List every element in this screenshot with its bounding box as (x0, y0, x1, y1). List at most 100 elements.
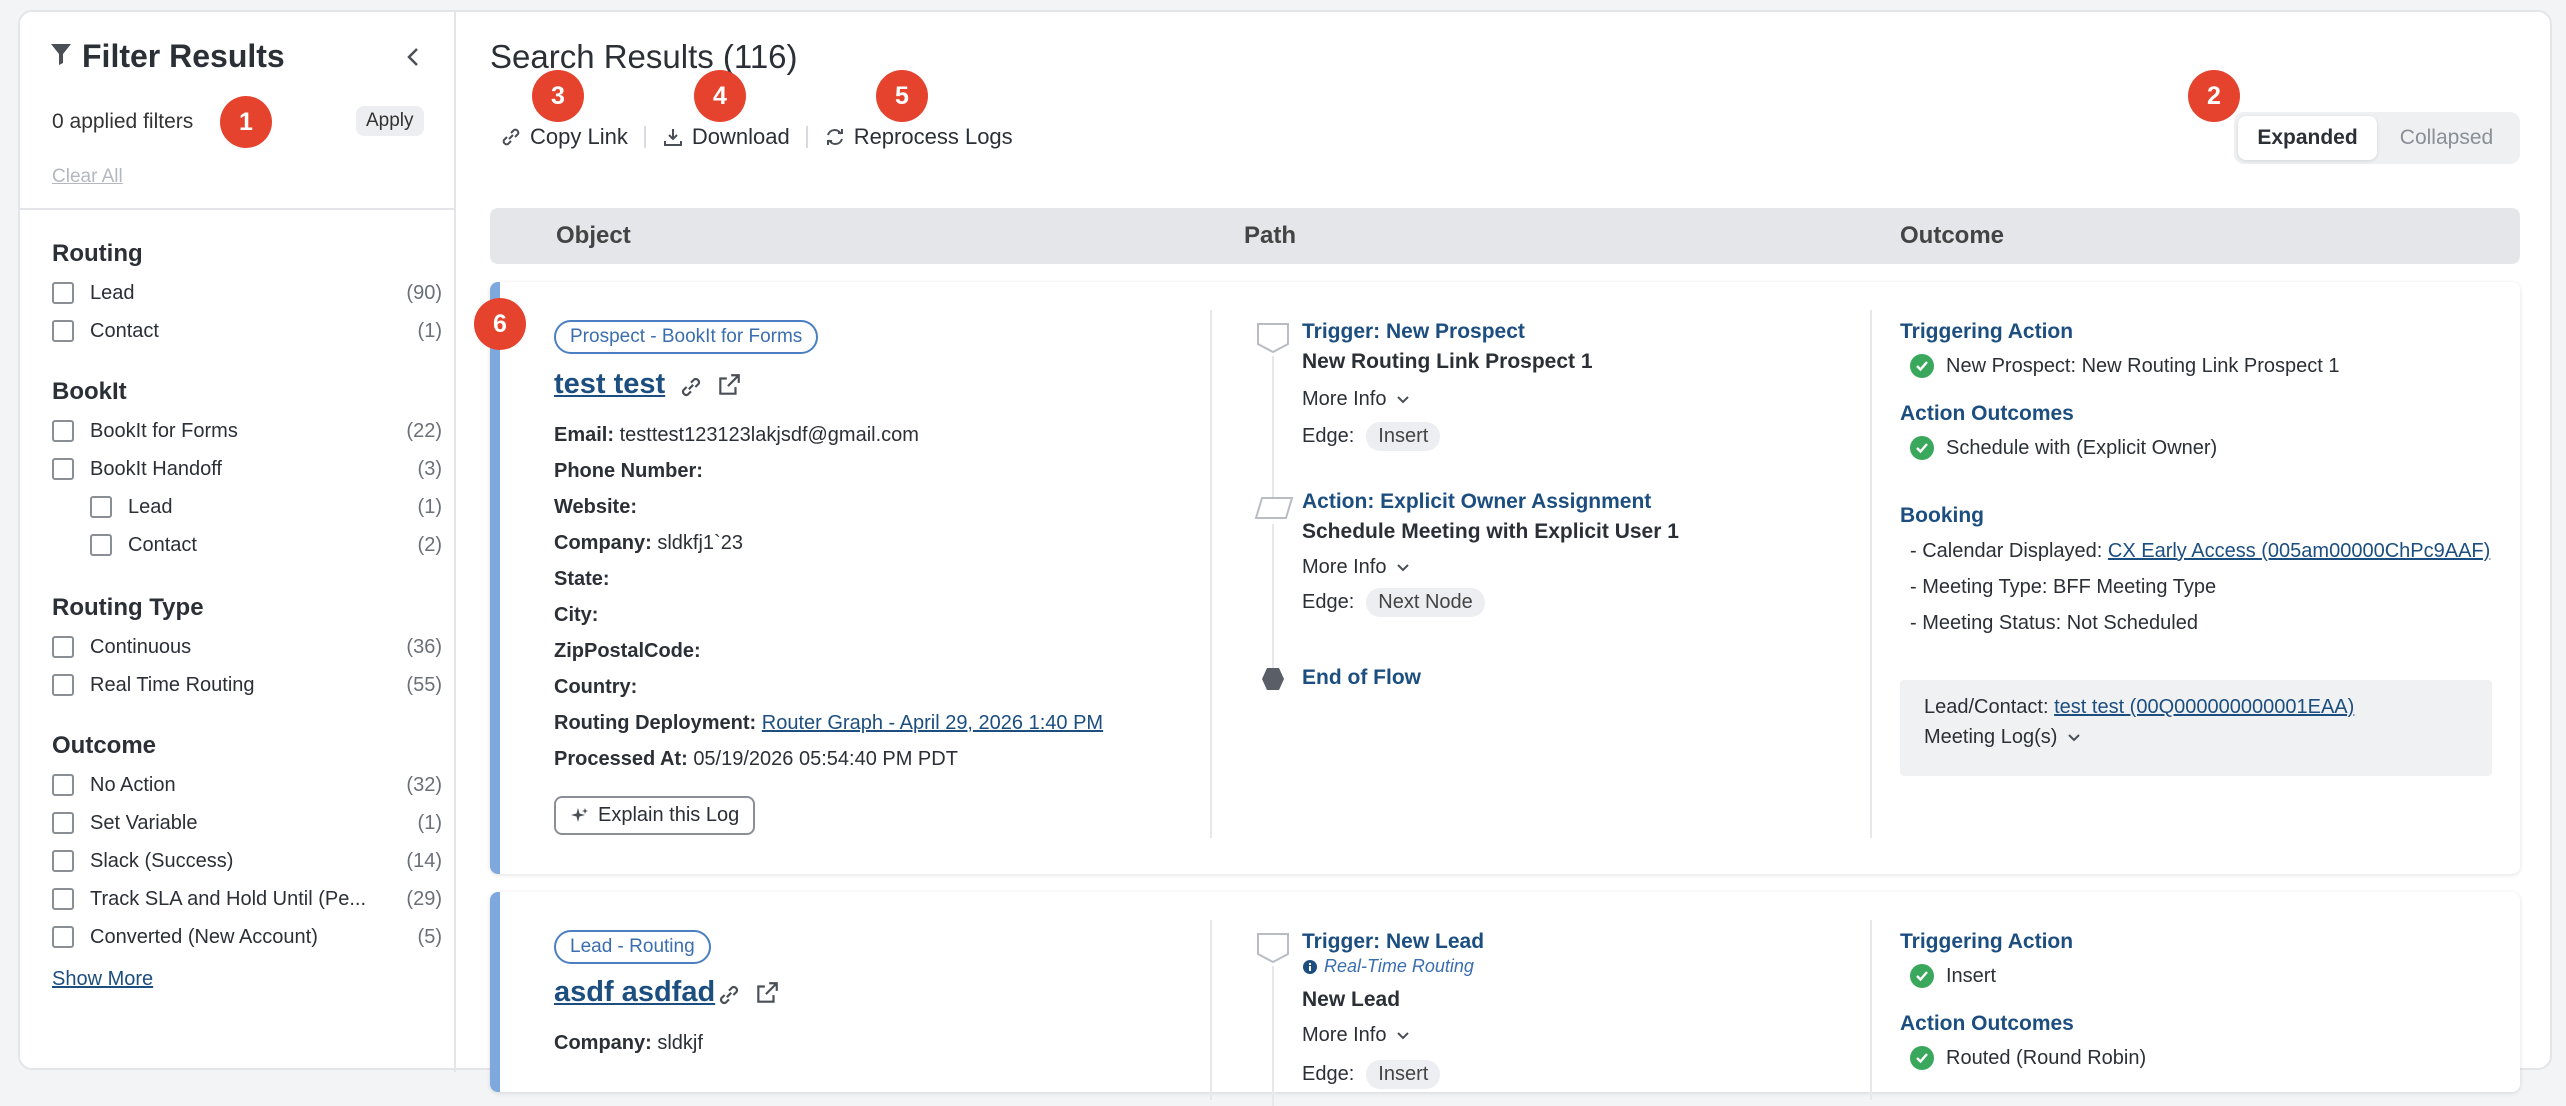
chevron-down-icon (1397, 563, 1410, 571)
record-title-link[interactable]: asdf asdfad (554, 976, 715, 1009)
record-type-pill: Lead - Routing (554, 930, 711, 964)
triggering-action-label: Triggering Action (1900, 930, 2074, 953)
open-external-button[interactable] (752, 978, 782, 1008)
callout-badge: 2 (2188, 70, 2240, 122)
field-label: Processed At: (554, 748, 688, 770)
copy-record-link-button[interactable] (676, 372, 706, 402)
booking-text: - Calendar Displayed: (1910, 540, 2103, 562)
copy-link-button[interactable]: Copy Link (500, 124, 628, 150)
filter-option-bookit-handoff[interactable]: BookIt Handoff (3) (52, 454, 442, 484)
lead-contact-link[interactable]: test test (00Q000000000001EAA) (2054, 696, 2354, 718)
field-value: 05/19/2026 05:54:40 PM PDT (693, 748, 958, 770)
filter-option-bookit-forms[interactable]: BookIt for Forms (22) (52, 416, 442, 446)
routing-type-text: Real-Time Routing (1324, 956, 1474, 976)
company-field: Company: sldkjf (554, 1032, 703, 1055)
filter-option-lead[interactable]: Lead (90) (52, 278, 442, 308)
external-link-icon (757, 982, 778, 1003)
meeting-status-line: - Meeting Status: Not Scheduled (1910, 612, 2198, 634)
filter-option-no-action[interactable]: No Action (32) (52, 770, 442, 800)
show-more-link[interactable]: Show More (52, 968, 153, 991)
checkbox[interactable] (52, 812, 74, 834)
checkbox[interactable] (90, 534, 112, 556)
download-button[interactable]: Download (662, 124, 790, 150)
more-info-label: More Info (1302, 388, 1387, 410)
filter-option-converted[interactable]: Converted (New Account) (5) (52, 922, 442, 952)
chevron-down-icon (1397, 1031, 1410, 1039)
filter-option-real-time-routing[interactable]: Real Time Routing (55) (52, 670, 442, 700)
record-type-pill: Prospect - BookIt for Forms (554, 320, 819, 354)
company-field: Company: sldkfj1`23 (554, 532, 743, 555)
callout-badge: 6 (474, 298, 526, 350)
clear-all-link[interactable]: Clear All (52, 166, 123, 188)
checkbox[interactable] (52, 636, 74, 658)
column-outcome: Outcome (1900, 222, 2005, 249)
filter-option-slack-success[interactable]: Slack (Success) (14) (52, 846, 442, 876)
flow-connector (1272, 524, 1274, 672)
edge-row: Edge: Insert (1302, 1060, 1441, 1089)
routing-type-sublabel: Real-Time Routing (1302, 956, 1474, 977)
path-node-link[interactable]: Trigger: New Prospect (1302, 320, 1525, 344)
option-count: (32) (406, 773, 442, 796)
filter-option-continuous[interactable]: Continuous (36) (52, 632, 442, 662)
checkbox[interactable] (90, 496, 112, 518)
collapse-sidebar-button[interactable] (398, 42, 428, 72)
end-of-flow-label: End of Flow (1302, 666, 1421, 689)
copy-record-link-button[interactable] (714, 980, 744, 1010)
edge-label: Edge: (1302, 591, 1355, 613)
record-title-link[interactable]: test test (554, 368, 665, 401)
checkbox[interactable] (52, 926, 74, 948)
path-node-link[interactable]: Action: Explicit Owner Assignment (1302, 490, 1651, 514)
open-external-button[interactable] (714, 370, 744, 400)
view-toggle: Expanded Collapsed (2234, 112, 2520, 164)
zip-field: ZipPostalCode: (554, 640, 701, 663)
option-label: BookIt Handoff (90, 457, 222, 480)
checkbox[interactable] (52, 282, 74, 304)
path-node-title: Schedule Meeting with Explicit User 1 (1302, 520, 1679, 543)
callout-badge: 3 (532, 70, 584, 122)
collapsed-view-button[interactable]: Collapsed (2377, 116, 2516, 160)
column-path: Path (1244, 222, 1297, 249)
option-label: Contact (90, 319, 159, 342)
reprocess-logs-button[interactable]: Reprocess Logs (824, 124, 1013, 150)
deployment-link[interactable]: Router Graph - April 29, 2026 1:40 PM (762, 712, 1103, 734)
path-node-link[interactable]: Trigger: New Lead (1302, 930, 1484, 954)
filter-option-contact[interactable]: Contact (1) (52, 316, 442, 346)
more-info-toggle[interactable]: More Info (1302, 1024, 1410, 1047)
calendar-link[interactable]: CX Early Access (005am00000ChPc9AAF) (2108, 540, 2490, 562)
link-icon (681, 377, 701, 397)
option-count: (1) (417, 319, 442, 342)
option-label: Lead (128, 495, 173, 518)
field-label: State: (554, 568, 610, 590)
field-label: Phone Number: (554, 460, 703, 482)
checkbox[interactable] (52, 320, 74, 342)
checkbox[interactable] (52, 674, 74, 696)
option-label: Converted (New Account) (90, 925, 318, 948)
checkbox[interactable] (52, 850, 74, 872)
city-field: City: (554, 604, 598, 627)
more-info-toggle[interactable]: More Info (1302, 556, 1410, 579)
callout-badge: 1 (220, 96, 272, 148)
end-node-icon (1262, 668, 1284, 690)
email-field: Email: testtest123123lakjsdf@gmail.com (554, 424, 919, 447)
results-column-header: Object Path Outcome (490, 208, 2520, 264)
check-circle-icon (1910, 354, 1934, 378)
meeting-logs-toggle[interactable]: Meeting Log(s) (1924, 726, 2081, 749)
lead-contact-label: Lead/Contact: (1924, 696, 2049, 718)
explain-log-button[interactable]: Explain this Log (554, 796, 756, 835)
option-count: (55) (406, 673, 442, 696)
apply-button[interactable]: Apply (356, 106, 424, 136)
filter-option-track-sla[interactable]: Track SLA and Hold Until (Pe... (29) (52, 884, 442, 914)
option-label: Track SLA and Hold Until (Pe... (90, 887, 367, 910)
triggering-action-item: New Prospect: New Routing Link Prospect … (1910, 354, 2340, 378)
expanded-view-button[interactable]: Expanded (2238, 116, 2377, 160)
country-field: Country: (554, 676, 637, 699)
filter-option-handoff-lead[interactable]: Lead (1) (90, 492, 442, 522)
trigger-node-icon (1257, 933, 1289, 964)
checkbox[interactable] (52, 458, 74, 480)
checkbox[interactable] (52, 420, 74, 442)
filter-option-handoff-contact[interactable]: Contact (2) (90, 530, 442, 560)
filter-option-set-variable[interactable]: Set Variable (1) (52, 808, 442, 838)
more-info-toggle[interactable]: More Info (1302, 388, 1410, 411)
checkbox[interactable] (52, 774, 74, 796)
checkbox[interactable] (52, 888, 74, 910)
